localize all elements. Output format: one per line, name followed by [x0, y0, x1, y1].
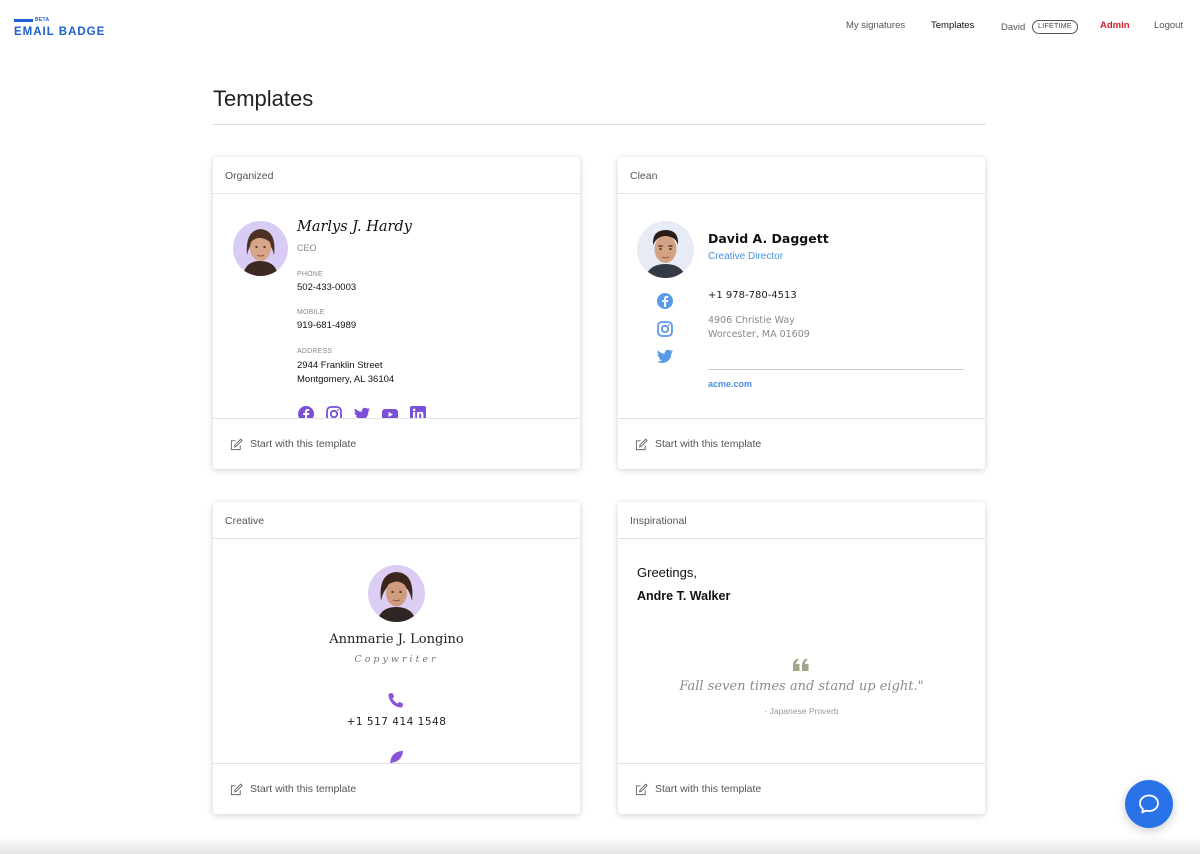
avatar — [233, 221, 288, 276]
logo-name: EMAIL BADGE — [14, 26, 106, 38]
address-line1: 2944 Franklin Street — [297, 360, 383, 371]
brand-logo[interactable]: BETA EMAIL BADGE — [14, 17, 124, 43]
divider — [708, 369, 964, 370]
chat-bubble-icon — [1139, 794, 1159, 814]
chat-button[interactable] — [1125, 780, 1173, 828]
start-template-label: Start with this template — [250, 783, 357, 795]
template-card-creative: Creative Annmarie J. Longino Copywriter … — [213, 502, 580, 814]
address-line2: Worcester, MA 01609 — [708, 329, 810, 340]
card-footer: Start with this template — [213, 418, 580, 469]
instagram-icon — [657, 321, 673, 337]
signature-greeting: Greetings, — [637, 565, 697, 580]
start-template-button[interactable]: Start with this template — [230, 780, 356, 798]
signature-preview[interactable]: David A. Daggett Creative Director +1 97… — [618, 194, 985, 418]
phone-label: PHONE — [297, 271, 323, 278]
title-divider — [213, 124, 986, 125]
feather-icon — [389, 751, 403, 763]
linkedin-icon — [410, 406, 426, 418]
card-title: Organized — [213, 157, 580, 194]
start-template-button[interactable]: Start with this template — [230, 435, 356, 453]
card-footer: Start with this template — [618, 763, 985, 814]
twitter-icon — [657, 349, 673, 363]
nav-user[interactable]: David — [1001, 22, 1025, 36]
start-template-button[interactable]: Start with this template — [635, 435, 761, 453]
address-line1: 4906 Christie Way — [708, 315, 795, 326]
social-icons — [297, 405, 427, 418]
edit-icon — [230, 782, 243, 795]
avatar — [368, 565, 425, 622]
edit-icon — [635, 437, 648, 450]
quote-text: Fall seven times and stand up eight." — [679, 679, 924, 694]
nav-admin[interactable]: Admin — [1100, 20, 1130, 34]
card-title: Clean — [618, 157, 985, 194]
signature-name: Marlys J. Hardy — [297, 219, 412, 235]
template-card-inspirational: Inspirational Greetings, Andre T. Walker… — [618, 502, 985, 814]
phone-value: +1 517 414 1548 — [346, 716, 447, 728]
start-template-label: Start with this template — [655, 438, 762, 450]
signature-preview[interactable]: Greetings, Andre T. Walker Fall seven ti… — [618, 539, 985, 763]
facebook-icon — [657, 293, 673, 309]
edit-icon — [230, 437, 243, 450]
signature-role: Creative Director — [708, 251, 784, 262]
phone-value: +1 978-780-4513 — [708, 290, 797, 301]
scroll-fade — [0, 836, 1200, 854]
signature-name: David A. Daggett — [708, 231, 829, 246]
signature-name: Annmarie J. Longino — [329, 632, 464, 647]
nav-templates[interactable]: Templates — [931, 20, 974, 34]
facebook-icon — [298, 406, 314, 418]
logo-bar — [14, 19, 33, 22]
phone-icon — [388, 692, 404, 708]
mobile-value: 919-681-4989 — [297, 320, 357, 331]
start-template-label: Start with this template — [655, 783, 762, 795]
nav-logout[interactable]: Logout — [1154, 20, 1183, 34]
card-title: Creative — [213, 502, 580, 539]
edit-icon — [635, 782, 648, 795]
card-footer: Start with this template — [213, 763, 580, 814]
signature-preview[interactable]: Annmarie J. Longino Copywriter +1 517 41… — [213, 539, 580, 763]
twitter-icon — [354, 407, 370, 418]
start-template-label: Start with this template — [250, 438, 357, 450]
address-label: ADDRESS — [297, 348, 333, 355]
phone-value: 502-433-0003 — [297, 282, 357, 293]
instagram-icon — [326, 406, 342, 418]
template-card-organized: Organized Marlys J. Hardy CEO PHONE 502-… — [213, 157, 580, 469]
template-card-clean: Clean David A. Daggett Creative Director… — [618, 157, 985, 469]
page-title: Templates — [213, 86, 314, 111]
quote-icon — [793, 658, 809, 671]
mobile-label: MOBILE — [297, 309, 325, 316]
youtube-icon — [382, 409, 398, 418]
quote-source: - Japanese Proverb — [764, 706, 839, 716]
website-link: acme.com — [708, 379, 753, 389]
card-title: Inspirational — [618, 502, 985, 539]
nav-my-signatures[interactable]: My signatures — [846, 20, 905, 34]
avatar — [637, 221, 694, 278]
signature-role: CEO — [297, 243, 317, 253]
card-footer: Start with this template — [618, 418, 985, 469]
address-line2: Montgomery, AL 36104 — [297, 374, 395, 385]
start-template-button[interactable]: Start with this template — [635, 780, 761, 798]
signature-name: Andre T. Walker — [637, 589, 731, 603]
signature-preview[interactable]: Marlys J. Hardy CEO PHONE 502-433-0003 M… — [213, 194, 580, 418]
logo-beta-label: BETA — [35, 17, 50, 23]
plan-badge: LIFETIME — [1032, 20, 1078, 34]
signature-role: Copywriter — [354, 654, 439, 665]
